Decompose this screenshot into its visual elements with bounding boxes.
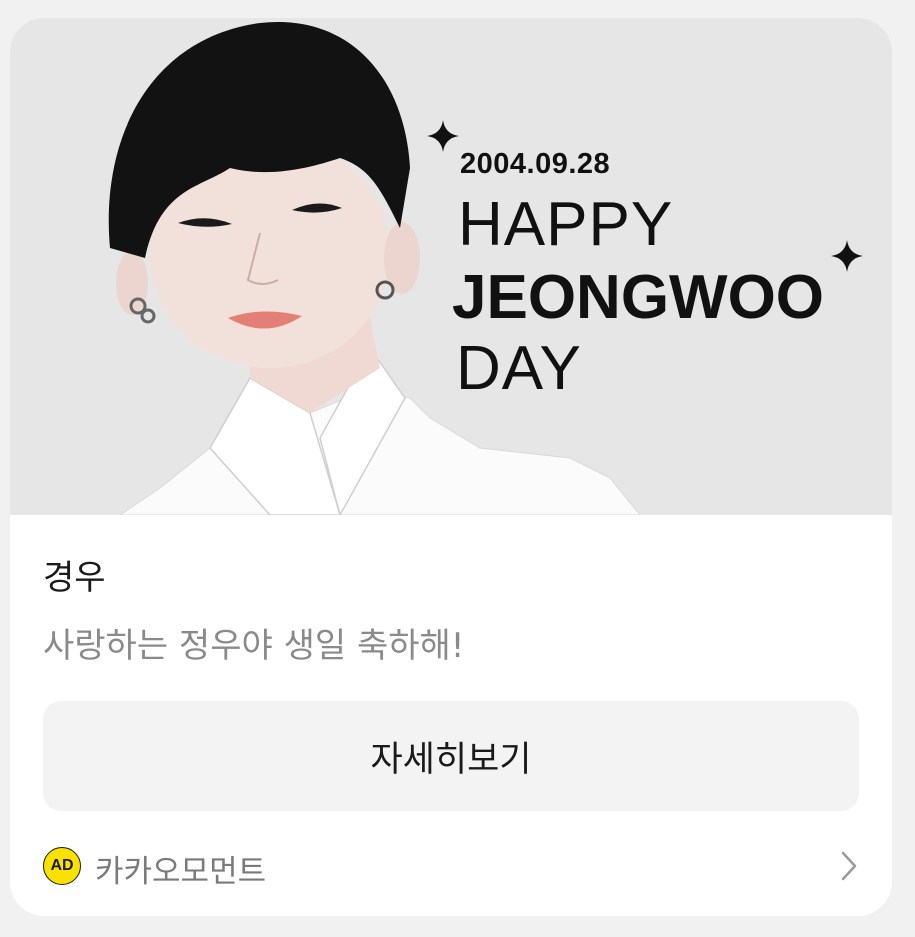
ad-badge: AD	[43, 847, 81, 885]
gift-message: 사랑하는 정우야 생일 축하해!	[43, 626, 465, 666]
sparkle-icon	[831, 240, 863, 272]
view-details-button[interactable]: 자세히보기	[43, 701, 859, 811]
banner-happy-text: HAPPY	[458, 190, 674, 259]
banner-day-text: DAY	[456, 334, 582, 403]
advertiser-name[interactable]: 카카오모먼트	[95, 846, 266, 891]
gift-card[interactable]: 2004.09.28 HAPPY JEONGWOO DAY 경우 사랑하는 정우…	[10, 18, 892, 916]
view-details-label: 자세히보기	[370, 739, 532, 780]
birthday-banner-image[interactable]: 2004.09.28 HAPPY JEONGWOO DAY	[10, 18, 892, 515]
sender-name: 경우	[43, 558, 106, 598]
sparkle-icon	[427, 120, 459, 152]
birthday-date: 2004.09.28	[460, 148, 611, 180]
ad-footer[interactable]: AD 카카오모먼트	[43, 846, 859, 890]
chevron-right-icon[interactable]	[839, 850, 859, 882]
banner-name-text: JEONGWOO	[452, 263, 825, 332]
